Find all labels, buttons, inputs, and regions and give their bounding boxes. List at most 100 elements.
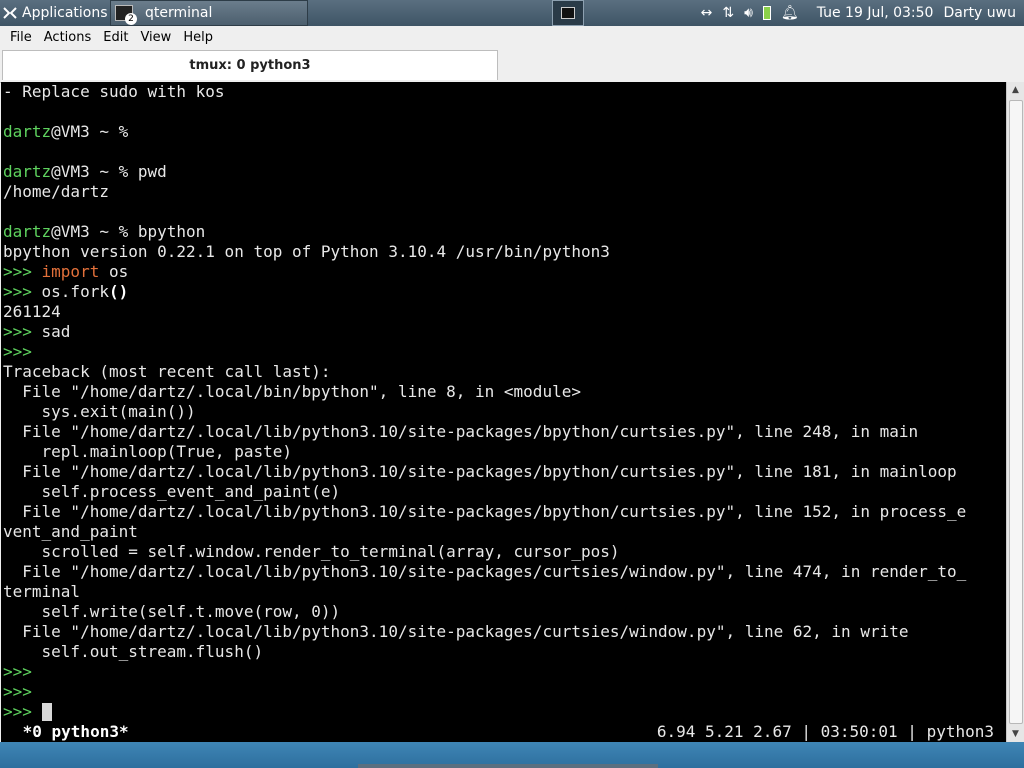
- terminal-line: sys.exit(main()): [1, 402, 1006, 422]
- terminal-line: File "/home/dartz/.local/lib/python3.10/…: [1, 422, 1006, 442]
- terminal-text: 261124: [3, 302, 61, 321]
- terminal-line: - Replace sudo with kos: [1, 82, 1006, 102]
- terminal-line: Traceback (most recent call last):: [1, 362, 1006, 382]
- text-cursor: [41, 703, 52, 721]
- terminal-text: self.process_event_and_paint(e): [3, 482, 341, 501]
- terminal-line: File "/home/dartz/.local/lib/python3.10/…: [1, 462, 1006, 482]
- taskbar-item-label: qterminal: [145, 5, 213, 21]
- terminal-line: >>> sad: [1, 322, 1006, 342]
- tab-bar: tmux: 0 python3: [0, 48, 1024, 83]
- terminal-line: dartz@VM3 ~ % bpython: [1, 222, 1006, 242]
- terminal-text: sad: [41, 322, 71, 341]
- terminal-line: self.process_event_and_paint(e): [1, 482, 1006, 502]
- terminal-text: terminal: [3, 582, 81, 601]
- tmux-status-bar: *0 python3* 6.94 5.21 2.67 | 03:50:01 | …: [1, 722, 1006, 742]
- terminal-text: os.fork: [41, 282, 109, 301]
- user-menu[interactable]: Darty uwu: [943, 5, 1016, 21]
- menu-bar: File Actions Edit View Help: [0, 26, 1024, 48]
- terminal-line: File "/home/dartz/.local/lib/python3.10/…: [1, 562, 1006, 582]
- scroll-up-arrow-icon[interactable]: ▲: [1007, 82, 1024, 98]
- terminal-line: scrolled = self.window.render_to_termina…: [1, 542, 1006, 562]
- terminal-text: vent_and_paint: [3, 522, 138, 541]
- desktop-background: [0, 742, 1024, 768]
- terminal-line: 261124: [1, 302, 1006, 322]
- terminal-text: >>>: [3, 662, 42, 681]
- menu-actions[interactable]: Actions: [38, 30, 98, 45]
- terminal-text: File "/home/dartz/.local/lib/python3.10/…: [3, 502, 967, 521]
- terminal-text: @VM3 ~ %: [51, 122, 129, 141]
- terminal-text: (): [108, 282, 129, 301]
- applications-menu-button[interactable]: Applications: [2, 0, 108, 26]
- terminal-icon: 2: [115, 5, 137, 25]
- terminal-text: >>>: [3, 322, 42, 341]
- terminal-line: dartz@VM3 ~ %: [1, 122, 1006, 142]
- terminal-output[interactable]: - Replace sudo with kos dartz@VM3 ~ % dart…: [1, 82, 1006, 742]
- workspace-switcher[interactable]: [552, 0, 584, 26]
- system-tray: ↔ ⇅ 🔊︎ 🔔︎ Tue 19 Jul, 03:50 Darty uwu: [701, 0, 1016, 26]
- network-arrows-icon[interactable]: ↔: [701, 5, 713, 21]
- terminal-text: Traceback (most recent call last):: [3, 362, 331, 381]
- terminal-text: repl.mainloop(True, paste): [3, 442, 292, 461]
- terminal-line: vent_and_paint: [1, 522, 1006, 542]
- terminal-line: terminal: [1, 582, 1006, 602]
- terminal-line: File "/home/dartz/.local/lib/python3.10/…: [1, 502, 1006, 522]
- tab-tmux-python3[interactable]: tmux: 0 python3: [2, 50, 498, 80]
- terminal-text: /home/dartz: [3, 182, 109, 201]
- window-count-badge: 2: [125, 13, 137, 25]
- tmux-status-right: 6.94 5.21 2.67 | 03:50:01 | python3: [656, 722, 994, 741]
- terminal-text: File "/home/dartz/.local/lib/python3.10/…: [3, 422, 919, 441]
- bottom-panel-handle: [358, 764, 658, 768]
- terminal-text: File "/home/dartz/.local/lib/python3.10/…: [3, 622, 909, 641]
- taskbar-item-qterminal[interactable]: 2 qterminal: [110, 0, 308, 26]
- xfce-logo-icon: [2, 5, 18, 21]
- terminal-text: self.out_stream.flush(): [3, 642, 264, 661]
- menu-view[interactable]: View: [134, 30, 177, 45]
- tmux-window-list[interactable]: *0 python3*: [1, 722, 129, 742]
- terminal-line: >>>: [1, 342, 1006, 362]
- terminal-line: repl.mainloop(True, paste): [1, 442, 1006, 462]
- volume-icon[interactable]: 🔊︎: [744, 5, 753, 21]
- workspace-thumbnail-icon: [561, 7, 575, 19]
- terminal-text: File "/home/dartz/.local/lib/python3.10/…: [3, 462, 957, 481]
- terminal-line: >>> os.fork(): [1, 282, 1006, 302]
- terminal-text: scrolled = self.window.render_to_termina…: [3, 542, 620, 561]
- top-panel: Applications 2 qterminal ↔ ⇅ 🔊︎ 🔔︎ Tue 1…: [0, 0, 1024, 26]
- notification-bell-icon[interactable]: 🔔︎: [781, 5, 799, 21]
- transfer-icon[interactable]: ⇅: [722, 5, 734, 21]
- terminal-text: self.write(self.t.move(row, 0)): [3, 602, 341, 621]
- menu-edit[interactable]: Edit: [97, 30, 134, 45]
- terminal-text: os: [99, 262, 129, 281]
- scrollbar-thumb[interactable]: [1009, 100, 1023, 724]
- terminal-text: dartz: [3, 122, 52, 141]
- terminal-text: @VM3 ~ % bpython: [51, 222, 206, 241]
- terminal-text: >>>: [3, 702, 42, 721]
- terminal-text: >>>: [3, 262, 42, 281]
- terminal-line: >>>: [1, 662, 1006, 682]
- scroll-down-arrow-icon[interactable]: ▼: [1007, 726, 1024, 742]
- applications-label: Applications: [22, 5, 108, 21]
- terminal-line: >>>: [1, 702, 1006, 722]
- terminal-line: bpython version 0.22.1 on top of Python …: [1, 242, 1006, 262]
- terminal-line: >>> import os: [1, 262, 1006, 282]
- terminal-line: File "/home/dartz/.local/bin/bpython", l…: [1, 382, 1006, 402]
- terminal-text: sys.exit(main()): [3, 402, 196, 421]
- menu-help[interactable]: Help: [177, 30, 219, 45]
- terminal-text: dartz: [3, 222, 52, 241]
- terminal-line: File "/home/dartz/.local/lib/python3.10/…: [1, 622, 1006, 642]
- terminal-text: dartz: [3, 162, 52, 181]
- terminal-line: /home/dartz: [1, 182, 1006, 202]
- terminal-text: @VM3 ~ % pwd: [51, 162, 167, 181]
- terminal-text: >>>: [3, 682, 42, 701]
- terminal-line: self.write(self.t.move(row, 0)): [1, 602, 1006, 622]
- terminal-scrollbar[interactable]: ▲ ▼: [1006, 82, 1024, 742]
- qterminal-window: File Actions Edit View Help tmux: 0 pyth…: [0, 26, 1024, 742]
- menu-file[interactable]: File: [4, 30, 38, 45]
- terminal-line: >>>: [1, 682, 1006, 702]
- clock[interactable]: Tue 19 Jul, 03:50: [817, 5, 934, 21]
- terminal-text: import: [41, 262, 100, 281]
- battery-icon[interactable]: [762, 6, 771, 20]
- terminal-line: dartz@VM3 ~ % pwd: [1, 162, 1006, 182]
- terminal-text: File "/home/dartz/.local/bin/bpython", l…: [3, 382, 581, 401]
